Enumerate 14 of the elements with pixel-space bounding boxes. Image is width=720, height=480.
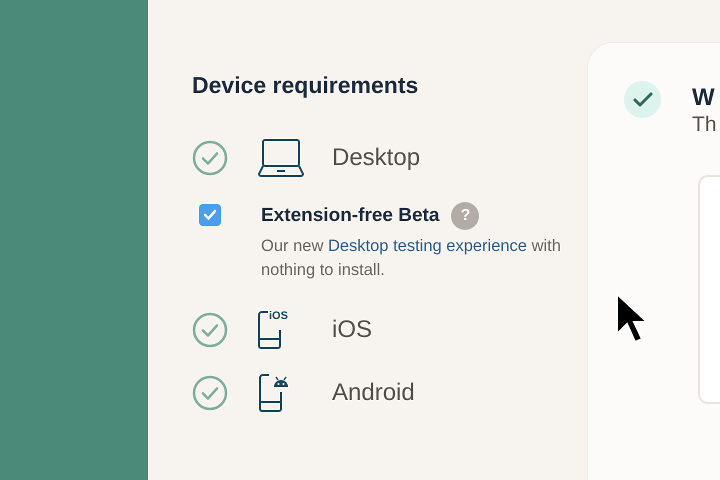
checkbox[interactable] — [199, 204, 221, 226]
icon-label: iOS — [269, 310, 288, 322]
option-description: Our new Desktop testing experience with nothing to install. — [261, 236, 561, 281]
laptop-icon — [258, 139, 304, 177]
option-title: Extension-free Beta — [261, 205, 440, 227]
checkmark-icon — [632, 92, 652, 108]
device-label: Android — [332, 379, 415, 407]
section-title: Device requirements — [192, 72, 420, 98]
device-label: iOS — [332, 316, 372, 344]
card-title: W — [692, 85, 716, 111]
device-label: Desktop — [332, 144, 420, 172]
card-subtitle: Th — [692, 112, 717, 138]
checkmark-icon — [203, 209, 217, 221]
link[interactable]: Desktop testing experience — [328, 237, 527, 255]
